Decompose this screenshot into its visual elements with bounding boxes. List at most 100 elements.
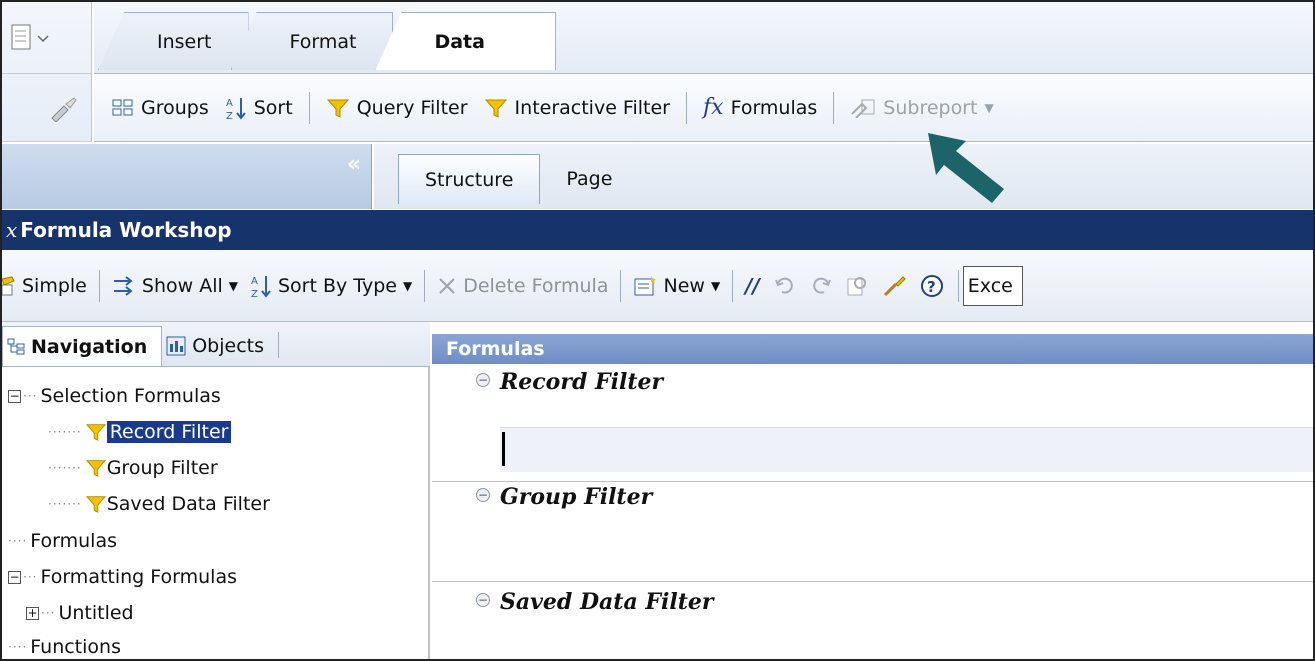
section-title: Record Filter xyxy=(500,369,664,395)
sort-button[interactable]: AZ Sort xyxy=(225,95,293,121)
formula-section-record-filter[interactable]: − Record Filter xyxy=(432,367,1313,482)
toolbar-separator xyxy=(732,269,734,302)
tab-format-label: Format xyxy=(289,30,357,53)
tab-page[interactable]: Page xyxy=(540,154,638,204)
check-syntax-icon[interactable] xyxy=(882,274,906,298)
tree-node-formatting-formulas[interactable]: − ··· Formatting Formulas xyxy=(8,560,237,594)
svg-text:Z: Z xyxy=(251,289,258,299)
tree-node-functions[interactable]: ···· Functions xyxy=(8,630,121,659)
tab-structure[interactable]: Structure xyxy=(398,154,541,204)
tab-objects-label: Objects xyxy=(192,335,264,357)
formulas-pane-header: Formulas xyxy=(432,334,1313,364)
tree-node-group-filter[interactable]: ······· Group Filter xyxy=(48,451,218,485)
tree-label: Saved Data Filter xyxy=(106,493,270,515)
pencil-icon xyxy=(2,275,16,297)
simple-label: Simple xyxy=(22,274,87,297)
left-stub-area xyxy=(2,2,92,142)
objects-icon xyxy=(166,336,186,356)
exception-dropdown[interactable]: Exce xyxy=(962,265,1023,306)
toolbar-separator xyxy=(686,91,687,124)
collapse-section-icon[interactable]: − xyxy=(476,593,490,607)
tab-separator xyxy=(278,332,279,358)
fx-icon: fx xyxy=(703,95,724,120)
toolbar-separator xyxy=(833,91,835,124)
query-filter-button[interactable]: Query Filter xyxy=(326,97,468,119)
show-all-label: Show All xyxy=(141,274,223,297)
tree-icon xyxy=(7,338,25,356)
toolbar-separator xyxy=(424,269,426,302)
tree-node-formulas[interactable]: ···· Formulas xyxy=(8,524,117,558)
interactive-filter-button[interactable]: Interactive Filter xyxy=(484,97,670,119)
undo-icon[interactable] xyxy=(774,276,796,296)
formula-workshop-title: Formula Workshop xyxy=(20,218,232,242)
ribbon-tabbar: Insert Format Data xyxy=(94,2,1313,74)
comment-button[interactable]: // xyxy=(745,274,760,298)
tree-label: Formulas xyxy=(30,530,117,552)
subreport-button[interactable]: Subreport ▼ xyxy=(850,96,994,119)
page-icon[interactable] xyxy=(10,24,50,57)
show-all-button[interactable]: Show All ▼ xyxy=(112,275,238,297)
tab-structure-label: Structure xyxy=(425,168,514,191)
tab-data-label: Data xyxy=(434,30,485,53)
delete-formula-label: Delete Formula xyxy=(463,274,609,297)
svg-text:A: A xyxy=(251,276,258,287)
tab-insert[interactable]: Insert xyxy=(98,12,249,70)
help-icon[interactable]: ? xyxy=(920,274,944,298)
collapse-icon[interactable]: − xyxy=(8,570,21,584)
formula-section-saved-data-filter[interactable]: − Saved Data Filter xyxy=(432,587,1313,659)
toolbar-separator xyxy=(98,269,100,302)
groups-button[interactable]: Groups xyxy=(112,97,209,119)
formula-workshop-titlebar: x Formula Workshop xyxy=(2,210,1313,250)
tab-format[interactable]: Format xyxy=(230,12,394,70)
collapse-section-icon[interactable]: − xyxy=(476,373,490,387)
tab-page-label: Page xyxy=(566,168,613,190)
formulas-button[interactable]: fx Formulas xyxy=(703,95,817,120)
show-all-icon xyxy=(112,275,136,297)
collapse-icon[interactable]: − xyxy=(8,389,21,403)
redo-icon[interactable] xyxy=(810,276,832,296)
tree-label: Group Filter xyxy=(106,457,218,479)
query-filter-label: Query Filter xyxy=(356,96,468,119)
chevron-down-icon: ▼ xyxy=(228,278,238,293)
navigation-tabs: Navigation Objects xyxy=(2,322,430,367)
tree-node-record-filter[interactable]: ······· Record Filter xyxy=(48,415,232,449)
subreport-label: Subreport xyxy=(883,96,978,119)
tree-label: Record Filter xyxy=(106,421,232,443)
tree-label: Selection Formulas xyxy=(40,385,221,407)
tree-node-saved-data-filter[interactable]: ······· Saved Data Filter xyxy=(48,487,270,521)
navigation-panel: Navigation Objects − ··· Selection Formul… xyxy=(2,322,430,659)
formula-workshop-toolbar: Simple Show All ▼ AZ Sort By Type ▼ Dele… xyxy=(2,250,1313,322)
text-caret xyxy=(502,432,505,466)
view-tabs-area: Structure Page xyxy=(374,144,1313,209)
sort-by-type-button[interactable]: AZ Sort By Type ▼ xyxy=(250,273,412,299)
data-toolbar: Groups AZ Sort Query Filter Interactive … xyxy=(94,74,1313,142)
tab-objects[interactable]: Objects xyxy=(162,326,278,366)
fx-icon: x xyxy=(6,218,18,242)
tree-node-untitled[interactable]: + ··· Untitled xyxy=(26,596,134,630)
svg-text:A: A xyxy=(226,98,233,109)
tab-navigation[interactable]: Navigation xyxy=(2,326,163,366)
tab-data[interactable]: Data xyxy=(375,12,556,70)
formulas-pane: Formulas − Record Filter − Group Filter … xyxy=(432,322,1313,659)
brush-icon[interactable] xyxy=(48,96,78,127)
stub-row-top xyxy=(2,2,92,74)
formulas-label: Formulas xyxy=(730,96,818,119)
formula-section-group-filter[interactable]: − Group Filter xyxy=(432,482,1313,582)
subreport-icon xyxy=(850,98,876,118)
sort-label: Sort xyxy=(253,96,293,119)
interactive-filter-label: Interactive Filter xyxy=(514,96,670,119)
expand-icon[interactable]: + xyxy=(26,606,39,620)
collapse-section-icon[interactable]: − xyxy=(476,488,490,502)
browse-data-icon[interactable] xyxy=(846,275,868,297)
collapse-panel-button[interactable]: « xyxy=(347,152,361,177)
simple-button[interactable]: Simple xyxy=(2,275,87,297)
new-formula-button[interactable]: New ▼ xyxy=(633,275,720,297)
tree-label: Formatting Formulas xyxy=(40,566,238,588)
formula-editor-line[interactable] xyxy=(500,427,1313,472)
delete-formula-button[interactable]: Delete Formula xyxy=(437,275,608,297)
filter-icon xyxy=(326,97,350,119)
tree-node-selection-formulas[interactable]: − ··· Selection Formulas xyxy=(8,379,221,413)
toolbar-separator xyxy=(308,91,310,124)
filter-icon xyxy=(85,494,107,514)
new-document-icon xyxy=(633,275,657,297)
